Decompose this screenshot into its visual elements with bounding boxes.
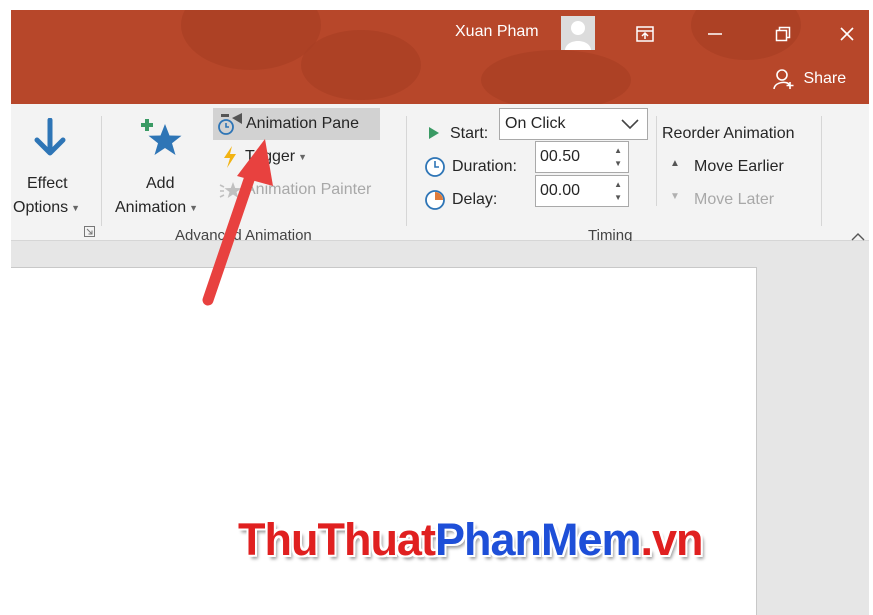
watermark-part1: ThuThuat xyxy=(238,514,436,565)
effect-options-line1: Effect xyxy=(27,175,68,192)
add-animation-line2-wrap: Animation ▼ xyxy=(115,199,198,217)
animations-ribbon: Effect Options ▼ Add Animation ▼ Animati… xyxy=(11,104,869,244)
user-avatar-icon[interactable] xyxy=(561,16,595,50)
delay-label: Delay: xyxy=(452,191,498,208)
ribbon-separator xyxy=(656,116,657,206)
user-name[interactable]: Xuan Pham xyxy=(455,23,539,41)
animation-painter-label: Animation Painter xyxy=(245,181,372,198)
down-arrow-icon xyxy=(34,118,66,156)
add-animation-line2: Animation xyxy=(115,199,187,216)
restore-icon[interactable] xyxy=(763,18,803,48)
ribbon-separator xyxy=(101,116,102,226)
effect-options-button[interactable]: Effect Options ▼ xyxy=(11,112,93,217)
duration-label: Duration: xyxy=(452,158,517,175)
animation-painter-button[interactable]: Animation Painter xyxy=(215,175,395,205)
move-earlier-button[interactable]: ▲ Move Earlier xyxy=(666,152,806,178)
share-button[interactable]: Share xyxy=(773,68,846,90)
animation-pane-icon xyxy=(218,113,242,135)
ribbon-separator xyxy=(406,116,407,226)
delay-value: 00.00 xyxy=(540,182,581,199)
move-later-label: Move Later xyxy=(694,191,775,208)
duration-value: 00.50 xyxy=(540,148,581,165)
add-animation-button[interactable]: Add Animation ▼ xyxy=(111,112,211,217)
animation-pane-label: Animation Pane xyxy=(246,115,359,132)
spin-down-icon[interactable]: ▼ xyxy=(614,159,622,168)
move-earlier-label: Move Earlier xyxy=(694,158,784,175)
start-value: On Click xyxy=(505,115,566,132)
triangle-down-icon: ▼ xyxy=(670,191,680,202)
clock-icon xyxy=(425,157,445,177)
person-add-icon xyxy=(773,69,794,90)
effect-options-line2-wrap: Options ▼ xyxy=(13,199,80,217)
collapse-ribbon-icon[interactable] xyxy=(851,232,865,241)
spin-up-icon[interactable]: ▲ xyxy=(614,146,622,155)
delay-stepper[interactable]: 00.00 ▲ ▼ xyxy=(535,175,629,207)
ribbon-separator xyxy=(821,116,822,226)
play-icon xyxy=(429,127,439,139)
effect-options-line2: Options xyxy=(13,199,69,216)
duration-stepper[interactable]: 00.50 ▲ ▼ xyxy=(535,141,629,173)
animation-pane-button[interactable]: Animation Pane xyxy=(213,108,380,140)
titlebar-decoration xyxy=(481,50,631,104)
spin-down-icon[interactable]: ▼ xyxy=(614,193,622,202)
minimize-icon[interactable] xyxy=(695,18,735,48)
title-bar: Xuan Pham Share xyxy=(11,10,869,104)
share-label: Share xyxy=(803,70,847,88)
move-later-button[interactable]: ▼ Move Later xyxy=(666,185,806,211)
close-icon[interactable] xyxy=(827,18,867,48)
chevron-down-icon xyxy=(621,119,639,130)
triangle-up-icon: ▲ xyxy=(670,158,680,169)
ribbon-display-options-icon[interactable] xyxy=(625,18,665,48)
dropdown-caret-icon: ▼ xyxy=(298,151,308,162)
reorder-animation-title: Reorder Animation xyxy=(662,125,795,142)
titlebar-decoration xyxy=(301,30,421,100)
animation-painter-icon xyxy=(219,182,242,198)
add-animation-line1: Add xyxy=(146,175,175,192)
start-label: Start: xyxy=(450,125,489,142)
watermark-part3: .vn xyxy=(640,514,704,565)
lightning-icon xyxy=(224,146,236,168)
trigger-label: Trigger xyxy=(245,148,296,165)
spin-up-icon[interactable]: ▲ xyxy=(614,180,622,189)
dialog-launcher-icon[interactable] xyxy=(84,226,95,237)
dropdown-caret-icon: ▼ xyxy=(71,202,81,213)
delay-clock-icon xyxy=(425,190,445,210)
watermark-part2: PhanMem xyxy=(434,514,642,565)
start-dropdown[interactable]: On Click xyxy=(499,108,648,140)
titlebar-decoration xyxy=(181,10,321,70)
watermark-logo: ThuThuatPhanMem.vn xyxy=(238,514,704,566)
add-star-icon xyxy=(141,119,182,155)
trigger-button[interactable]: Trigger ▼ xyxy=(215,142,325,172)
dropdown-caret-icon: ▼ xyxy=(189,202,199,213)
trigger-label-wrap: Trigger ▼ xyxy=(245,148,307,166)
